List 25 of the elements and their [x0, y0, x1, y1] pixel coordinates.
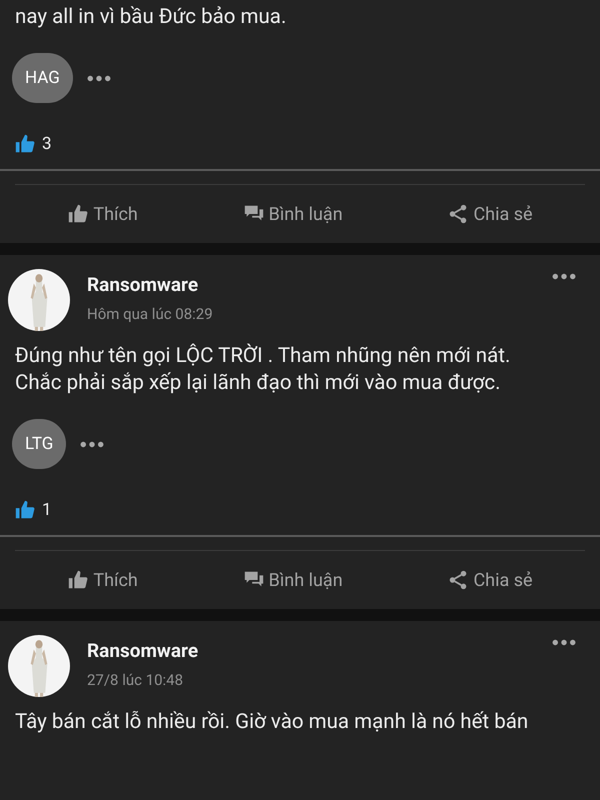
thumbs-up-icon	[67, 203, 90, 225]
action-button[interactable]: Thích	[59, 565, 146, 595]
more-icon	[552, 639, 576, 646]
action-button[interactable]: Bình luận	[234, 199, 351, 229]
thumbs-up-icon	[67, 569, 90, 591]
post-text: Tây bán cắt lỗ nhiều rồi. Giờ vào mua mạnh là nó hết bán	[14, 709, 530, 736]
like-count: 1	[42, 500, 52, 520]
thumbs-up-icon	[14, 133, 36, 155]
more-icon	[552, 273, 576, 280]
more-icon	[86, 74, 111, 82]
action-button[interactable]: Chia sẻ	[439, 565, 541, 595]
thumbs-up-icon	[14, 499, 36, 521]
more-icon	[80, 440, 104, 448]
post-time: Hôm qua lúc 08:29	[87, 305, 214, 323]
stock-tag[interactable]: HAG	[12, 53, 73, 103]
post-time: 27/8 lúc 10:48	[87, 671, 184, 689]
stock-tag[interactable]: LTG	[12, 419, 66, 469]
post-text: Đúng như tên gọi LỘC TRỜI . Tham nhũng nên mới nát. Chắc phải sắp xếp lại lãnh đạo thì mới vào mua được.	[14, 343, 512, 397]
action-button[interactable]: Thích	[59, 199, 146, 229]
action-button[interactable]: Chia sẻ	[439, 199, 541, 229]
author-name[interactable]: Ransomware	[87, 273, 531, 296]
like-count: 3	[42, 134, 52, 154]
author-name[interactable]: Ransomware	[87, 639, 531, 662]
post-text: nay all in vì bầu Đức bảo mua.	[14, 4, 288, 31]
action-button[interactable]: Bình luận	[234, 565, 351, 595]
